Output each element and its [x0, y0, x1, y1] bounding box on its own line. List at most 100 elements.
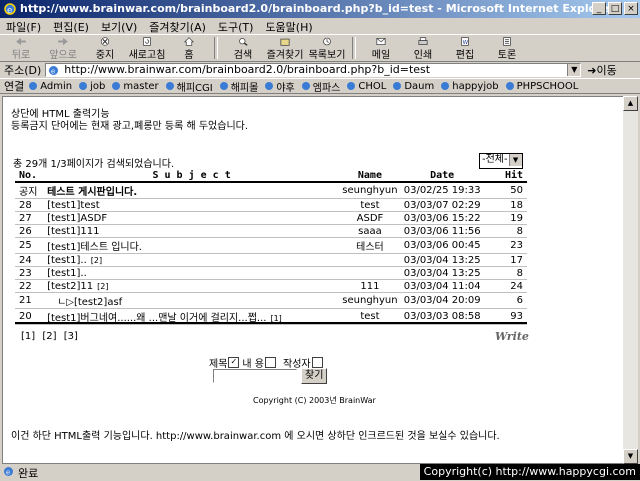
status-bar: e 완료 Copyright(c) http://www.happycgi.co…: [0, 464, 640, 480]
search-button[interactable]: 검색: [222, 35, 264, 61]
copyright-badge: Copyright(c) http://www.happycgi.com: [419, 464, 640, 480]
link-page-icon: [112, 82, 121, 90]
toolbar-separator: [352, 37, 356, 59]
table-row: 22 [test2]11 [2] 111 03/03/04 11:04 24: [15, 279, 527, 293]
comment-count: [2]: [90, 255, 103, 265]
svg-text:e: e: [7, 6, 12, 16]
search-content-checkbox[interactable]: [265, 357, 276, 368]
favorites-folder-icon: [280, 38, 290, 46]
print-button[interactable]: 인쇄: [402, 35, 444, 61]
refresh-button[interactable]: 새로고침: [126, 35, 168, 61]
link-page-icon: [219, 82, 228, 90]
page-done-icon: e: [4, 467, 13, 477]
ie-logo-icon: e: [4, 3, 16, 16]
link-master[interactable]: master: [111, 81, 159, 92]
search-subject-checkbox[interactable]: ✓: [228, 357, 240, 368]
reply-arrow-icon: ㄴ▷: [57, 297, 74, 308]
discuss-icon: [503, 37, 511, 46]
post-link[interactable]: 테스트 게시판입니다.: [47, 182, 337, 199]
page-content: 상단에 HTML 출력기능 등록금지 단어에는 현재 광고,폐롱만 등록 해 두…: [2, 96, 624, 464]
edit-button[interactable]: W 편집: [444, 35, 486, 61]
toolbar: 뒤로 앞으로 중지 새로고침 홈 검색 즐겨찾기 목록보기 메일 인쇄 W 편집: [0, 34, 640, 62]
link-admin[interactable]: Admin: [28, 81, 72, 92]
page-link-2[interactable]: [2]: [42, 331, 56, 342]
back-arrow-icon: [16, 37, 26, 46]
printer-icon: [418, 37, 428, 45]
close-button[interactable]: ×: [624, 2, 638, 15]
history-button[interactable]: 목록보기: [306, 35, 348, 61]
link-happyjob[interactable]: happyjob: [440, 81, 499, 92]
stop-icon: [100, 37, 110, 46]
go-button[interactable]: ➜이동: [587, 62, 616, 78]
forward-button[interactable]: 앞으로: [42, 35, 84, 61]
discuss-button[interactable]: 토론: [486, 35, 528, 61]
menu-file[interactable]: 파일(F): [0, 18, 47, 34]
menu-view[interactable]: 보기(V): [95, 18, 143, 34]
back-button[interactable]: 뒤로: [0, 35, 42, 61]
search-author-checkbox[interactable]: [311, 357, 323, 368]
menu-tools[interactable]: 도구(T): [212, 18, 260, 34]
link-empas[interactable]: 엠파스: [301, 79, 340, 94]
forward-arrow-icon: [58, 37, 68, 46]
column-subject: S u b j e c t: [47, 169, 337, 183]
table-row: 26 [test1]111 saaa 03/03/06 11:56 8: [15, 224, 527, 238]
column-date: Date: [403, 169, 487, 183]
board-header-row: No. S u b j e c t Name Date Hit: [15, 169, 527, 183]
post-link[interactable]: [test1]..: [47, 266, 337, 280]
link-happycgi[interactable]: 해피CGI: [165, 79, 213, 94]
menu-edit[interactable]: 편집(E): [47, 18, 95, 34]
menu-help[interactable]: 도움말(H): [259, 18, 318, 34]
address-url: http://www.brainwar.com/brainboard2.0/br…: [64, 63, 431, 76]
minimize-button[interactable]: _: [592, 2, 606, 15]
search-subject-label: 제목: [209, 359, 228, 370]
search-submit-button[interactable]: 찾기: [301, 368, 328, 384]
column-hit: Hit: [486, 169, 527, 183]
menu-bar: 파일(F) 편집(E) 보기(V) 즐겨찾기(A) 도구(T) 도움말(H): [0, 18, 640, 34]
vertical-scrollbar[interactable]: ▲ ▼: [623, 96, 638, 464]
link-yahoo[interactable]: 야후: [264, 79, 295, 94]
comment-count: [2]: [97, 281, 109, 291]
mail-button[interactable]: 메일: [360, 35, 402, 61]
post-link[interactable]: [test1]테스트 입니다.: [47, 237, 337, 254]
menu-favorites[interactable]: 즐겨찾기(A): [143, 18, 212, 34]
table-row: 28 [test1]test test 03/03/07 02:29 18: [15, 198, 527, 212]
link-page-icon: [29, 82, 38, 90]
link-happymall[interactable]: 해피몰: [219, 79, 258, 94]
links-label: 연결: [4, 80, 25, 93]
title-bar: e http://www.brainwar.com/brainboard2.0/…: [0, 0, 640, 18]
home-button[interactable]: 홈: [168, 35, 210, 61]
mail-icon: [376, 38, 386, 45]
links-bar: 연결 Admin job master 해피CGI 해피몰 야후 엠파스 CHO…: [0, 78, 640, 94]
link-job[interactable]: job: [78, 81, 105, 92]
scroll-down-arrow-icon[interactable]: ▼: [623, 449, 638, 464]
post-link[interactable]: [test1]111: [47, 224, 337, 238]
link-chol[interactable]: CHOL: [346, 81, 386, 92]
post-link[interactable]: [test1].. [2]: [47, 253, 337, 267]
page-link-1[interactable]: [1]: [21, 331, 35, 342]
link-phpschool[interactable]: PHPSCHOOL: [505, 81, 578, 92]
address-input[interactable]: e http://www.brainwar.com/brainboard2.0/…: [45, 63, 582, 77]
link-page-icon: [301, 82, 310, 90]
stop-button[interactable]: 중지: [84, 35, 126, 61]
post-link[interactable]: [test1]ASDF: [47, 211, 337, 225]
category-filter-select[interactable]: -전체- ▼: [479, 153, 523, 169]
table-row: 24 [test1].. [2] 03/03/04 13:25 17: [15, 253, 527, 267]
post-link[interactable]: ㄴ▷[test2]asf: [47, 292, 337, 309]
link-daum[interactable]: Daum: [392, 81, 434, 92]
window-title: http://www.brainwar.com/brainboard2.0/br…: [20, 2, 615, 15]
address-dropdown-arrow-icon[interactable]: ▼: [567, 64, 581, 76]
post-link[interactable]: [test1]test: [47, 198, 337, 212]
favorites-button[interactable]: 즐겨찾기: [264, 35, 306, 61]
scroll-up-arrow-icon[interactable]: ▲: [623, 96, 638, 111]
home-icon: [184, 37, 194, 46]
search-input[interactable]: [213, 369, 297, 383]
link-page-icon: [505, 82, 514, 90]
maximize-button[interactable]: □: [608, 2, 622, 15]
write-button[interactable]: Write: [495, 330, 529, 343]
search-content-label: 내 용: [242, 359, 264, 370]
page-link-3[interactable]: [3]: [64, 331, 78, 342]
table-row-reply: 21 ㄴ▷[test2]asf seunghyun 03/03/04 20:09…: [15, 292, 527, 309]
table-row: 23 [test1].. 03/03/04 13:25 8: [15, 266, 527, 280]
post-link[interactable]: [test2]11 [2]: [47, 279, 337, 293]
status-text: 완료: [18, 467, 39, 480]
